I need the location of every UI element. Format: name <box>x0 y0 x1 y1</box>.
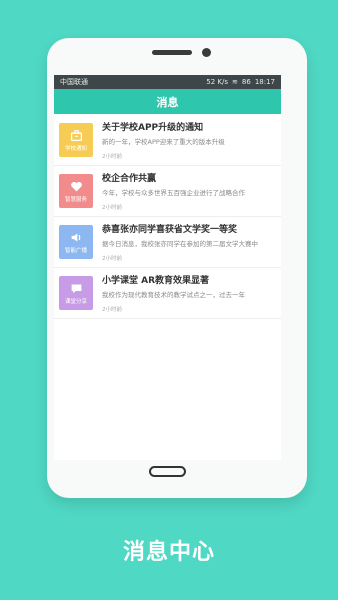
item-desc: 新的一年，学校APP迎来了重大的版本升级 <box>102 138 225 146</box>
item-time: 2小时前 <box>102 154 122 160</box>
front-camera <box>202 48 211 57</box>
phone-screen: 中国联通 52 K/s ≋ 86 18:17 消息 学校通知 关于学校APP升级… <box>54 75 281 460</box>
speaker-grille <box>152 50 192 55</box>
item-desc: 据今日消息，我校张亦同学在参加的第二届文学大赛中 <box>102 240 258 248</box>
list-item[interactable]: 智慧服务 校企合作共赢 今年，学校与众多世界五百强企业进行了战略合作 2小时前 <box>54 166 281 217</box>
item-title: 恭喜张亦同学喜获省文学奖一等奖 <box>102 225 238 235</box>
app-bar: 消息 <box>54 89 281 114</box>
wifi-icon: ≋ <box>232 78 238 86</box>
message-list: 学校通知 关于学校APP升级的通知 新的一年，学校APP迎来了重大的版本升级 2… <box>54 114 281 319</box>
item-time: 2小时前 <box>102 307 122 313</box>
network-speed: 52 K/s <box>206 78 229 86</box>
caption-title: 消息中心 <box>122 540 215 565</box>
page-title: 消息 <box>156 95 179 109</box>
list-item[interactable]: 智能广播 恭喜张亦同学喜获省文学奖一等奖 据今日消息，我校张亦同学在参加的第二届… <box>54 217 281 268</box>
list-item[interactable]: 学校通知 关于学校APP升级的通知 新的一年，学校APP迎来了重大的版本升级 2… <box>54 114 281 166</box>
category-thumbnail: 课堂分享 <box>59 276 93 310</box>
item-title: 小学课堂 AR教育效果显著 <box>102 276 210 286</box>
category-thumbnail: 智慧服务 <box>59 174 93 208</box>
category-label: 智能广播 <box>64 247 87 254</box>
status-bar: 中国联通 52 K/s ≋ 86 18:17 <box>54 75 281 89</box>
item-desc: 今年，学校与众多世界五百强企业进行了战略合作 <box>102 189 245 197</box>
status-time: 18:17 <box>254 78 275 86</box>
item-time: 2小时前 <box>102 256 122 262</box>
briefcase-icon <box>70 129 82 141</box>
list-item[interactable]: 课堂分享 小学课堂 AR教育效果显著 我校作为现代教育技术的教学试点之一，过去一… <box>54 268 281 319</box>
battery-level: 86 <box>241 78 251 86</box>
phone-frame: 中国联通 52 K/s ≋ 86 18:17 消息 学校通知 关于学校APP升级… <box>47 38 307 498</box>
heart-icon <box>70 181 82 191</box>
carrier-label: 中国联通 <box>60 78 88 86</box>
home-button[interactable] <box>149 466 186 477</box>
item-title: 校企合作共赢 <box>102 174 157 184</box>
category-label: 智慧服务 <box>64 196 87 203</box>
speaker-icon <box>71 232 80 242</box>
item-desc: 我校作为现代教育技术的教学试点之一，过去一年 <box>102 291 245 299</box>
item-title: 关于学校APP升级的通知 <box>102 123 204 133</box>
item-time: 2小时前 <box>102 205 122 211</box>
category-thumbnail: 学校通知 <box>59 123 93 157</box>
chat-icon <box>71 283 81 293</box>
category-label: 学校通知 <box>64 145 87 152</box>
category-label: 课堂分享 <box>64 298 87 305</box>
category-thumbnail: 智能广播 <box>59 225 93 259</box>
